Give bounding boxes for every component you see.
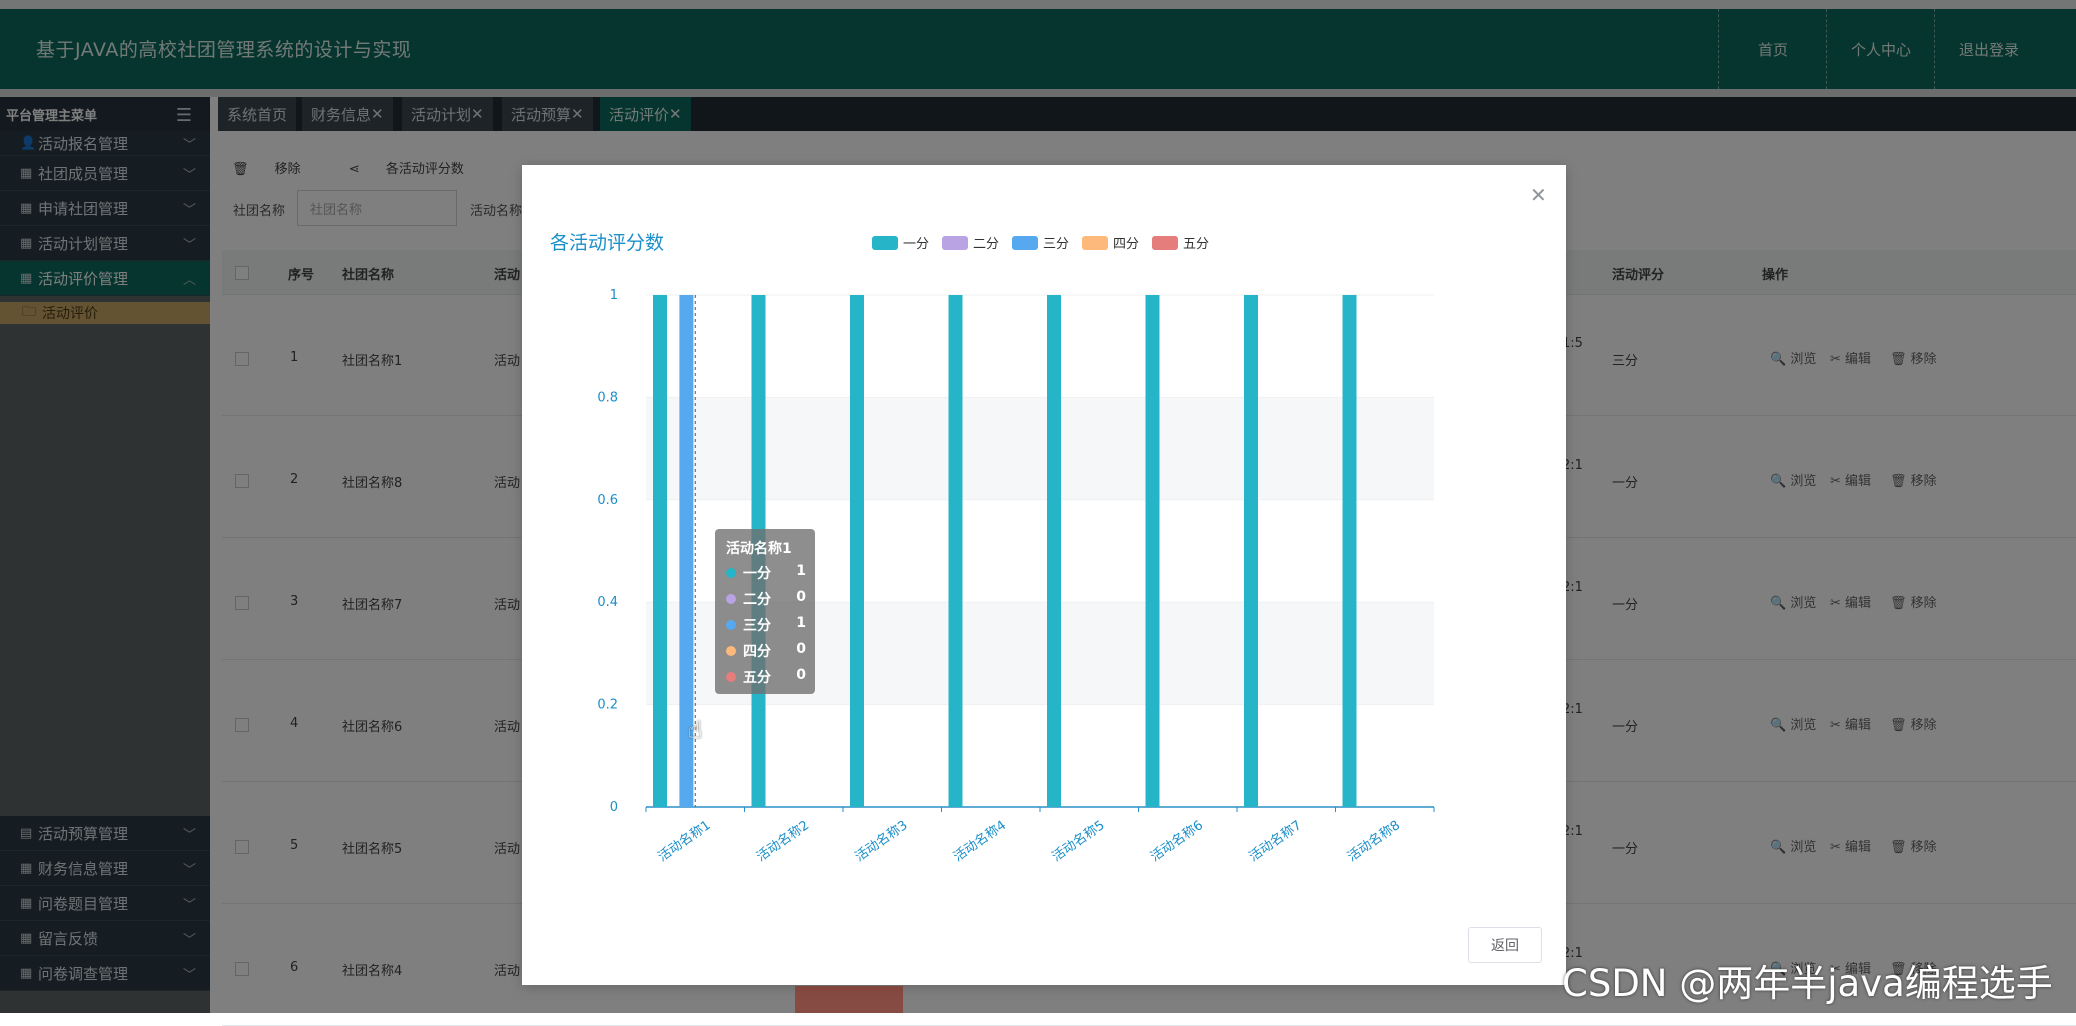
tooltip-marker [726,646,736,656]
y-tick-label: 0.4 [597,595,618,610]
x-tick-label: 活动名称1 [655,817,714,865]
bar-一分 [653,295,667,807]
watermark: CSDN @两年半java编程选手 [1562,962,2053,1005]
tooltip-series-name: 三分 [743,618,771,634]
chart-tooltip: 活动名称1 一分 1 二分 0 三分 1 四分 0 五分 0 [715,529,815,694]
x-tick-label: 活动名称6 [1147,817,1206,865]
tooltip-series-name: 四分 [743,644,771,660]
background-image-thumb [795,986,903,1013]
tooltip-row: 一分 1 [726,562,806,582]
tooltip-row: 二分 0 [726,588,806,608]
bar-一分 [1145,295,1160,807]
x-tick-label: 活动名称7 [1246,817,1305,865]
tooltip-row: 四分 0 [726,640,806,660]
tooltip-value: 1 [796,615,806,631]
bar-一分 [850,295,864,807]
bar-一分 [948,295,963,807]
tooltip-marker [726,620,736,630]
y-tick-label: 1 [610,288,618,303]
tooltip-marker [726,672,736,682]
x-tick-label: 活动名称8 [1344,817,1403,865]
tooltip-title: 活动名称1 [726,541,792,557]
legend-swatch [942,236,968,250]
y-tick-label: 0.6 [597,493,618,508]
legend-label: 二分 [973,237,999,252]
tooltip-marker [726,568,736,578]
legend-label: 五分 [1183,237,1209,252]
tooltip-series-name: 二分 [743,592,771,608]
y-tick-label: 0 [610,800,618,815]
x-tick-label: 活动名称2 [753,817,812,865]
chart-title: 各活动评分数 [550,232,664,254]
legend-swatch [1082,236,1108,250]
x-tick-label: 活动名称5 [1049,817,1108,865]
legend-swatch [872,236,898,250]
bar-一分 [1244,295,1258,807]
tooltip-value: 0 [796,641,806,657]
tooltip-value: 0 [796,667,806,683]
chart-dialog: ✕ 各活动评分数 一分 二分 三分 四分 五分 0 0.2 0.4 0.6 0.8 1 活动名称1 活动名… [522,165,1566,985]
y-tick-label: 0.8 [597,390,618,405]
hand-cursor-icon: ☝ [688,716,703,744]
legend-label: 三分 [1043,237,1069,252]
tooltip-row: 五分 0 [726,666,806,686]
legend-label: 四分 [1113,237,1139,252]
bar-一分 [1047,295,1061,807]
tooltip-value: 1 [796,563,806,579]
y-tick-label: 0.2 [597,698,618,713]
tooltip-series-name: 五分 [743,670,771,686]
x-tick-label: 活动名称3 [852,817,911,865]
bar-chart: 各活动评分数 一分 二分 三分 四分 五分00.20.40.60.81活动名称1 活动名称2… [550,232,1435,865]
legend-label: 一分 [903,237,929,252]
tooltip-marker [726,594,736,604]
legend-swatch [1152,236,1178,250]
return-button[interactable]: 返回 [1468,927,1542,963]
tooltip-series-name: 一分 [743,566,771,582]
x-tick-label: 活动名称4 [950,817,1009,865]
tooltip-row: 三分 1 [726,614,806,634]
legend-swatch [1012,236,1038,250]
tooltip-value: 0 [796,589,806,605]
bar-一分 [1342,295,1357,807]
